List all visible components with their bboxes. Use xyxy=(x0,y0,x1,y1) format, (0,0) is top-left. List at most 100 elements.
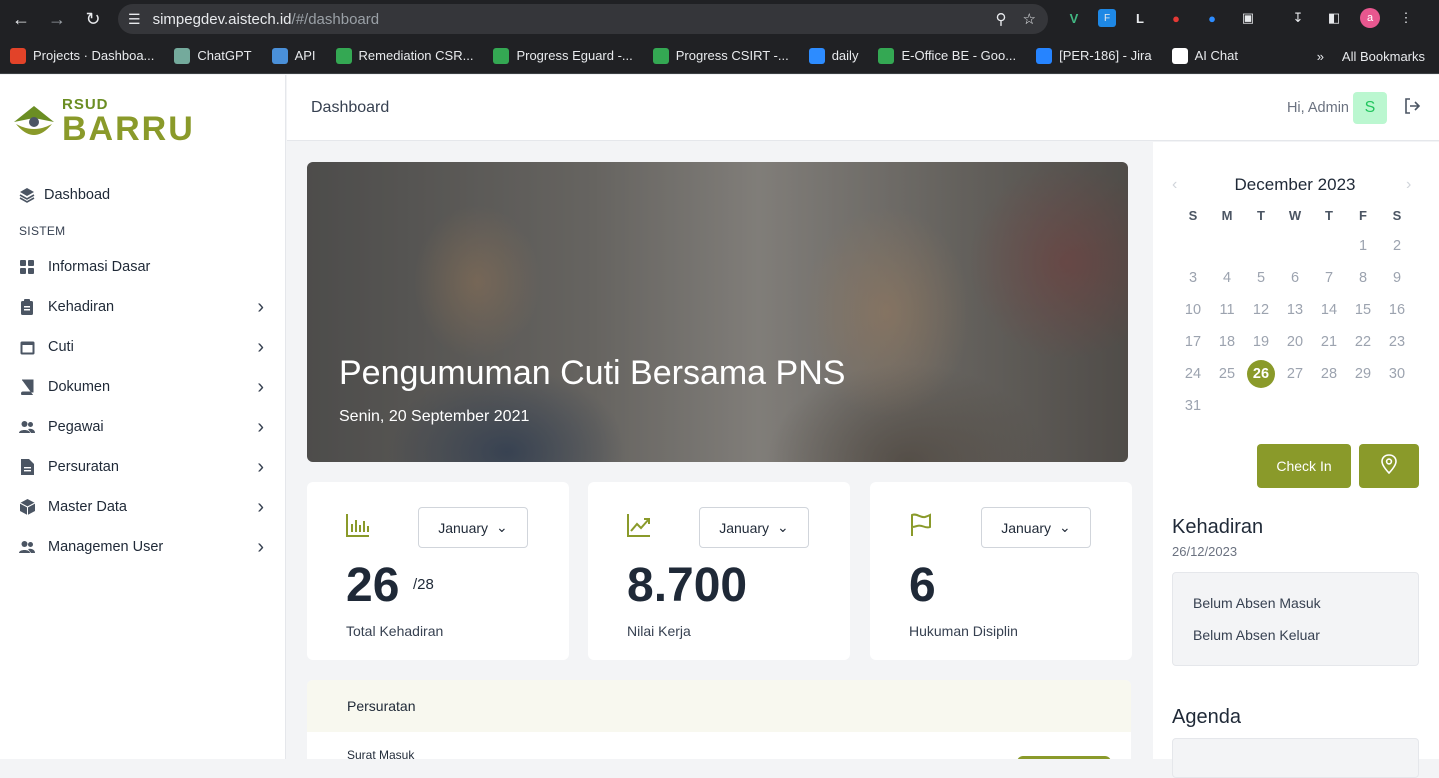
star-icon[interactable]: ☆ xyxy=(1023,10,1036,28)
month-select[interactable]: January ⌄ xyxy=(699,507,809,548)
calendar-weekday: S xyxy=(1188,208,1198,223)
sidebar-item-pegawai[interactable]: Pegawai › xyxy=(0,407,286,447)
sidebar-item-cuti[interactable]: Cuti › xyxy=(0,327,286,367)
sidebar-item-label: Managemen User xyxy=(48,539,164,555)
bookmarks-more-icon[interactable]: » xyxy=(1317,49,1324,64)
bookmark-item[interactable]: API xyxy=(271,47,316,64)
sidebar-item-dokumen[interactable]: Dokumen › xyxy=(0,367,286,407)
calendar-day[interactable]: 31 xyxy=(1176,390,1210,422)
calendar-day[interactable]: 16 xyxy=(1380,294,1414,326)
bookmark-favicon-icon xyxy=(808,47,825,64)
site-info-icon[interactable]: ☰ xyxy=(128,11,141,28)
calendar-day[interactable]: 5 xyxy=(1244,262,1278,294)
calendar-day[interactable]: 12 xyxy=(1244,294,1278,326)
chevron-right-icon: › xyxy=(257,375,264,398)
logout-icon[interactable] xyxy=(1403,97,1421,120)
calendar-day[interactable]: 4 xyxy=(1210,262,1244,294)
calendar-day[interactable]: 24 xyxy=(1176,358,1210,390)
avatar[interactable]: S xyxy=(1353,92,1387,124)
calendar-weekday: M xyxy=(1221,208,1233,223)
shield-extension-icon[interactable]: ● xyxy=(1164,6,1188,30)
bookmark-item[interactable]: ChatGPT xyxy=(174,47,252,64)
kehadiran-status-box: Belum Absen Masuk Belum Absen Keluar xyxy=(1172,572,1419,666)
calendar-day[interactable]: 13 xyxy=(1278,294,1312,326)
check-in-button[interactable]: Check In xyxy=(1257,444,1351,488)
bookmark-item[interactable]: [PER-186] - Jira xyxy=(1036,47,1152,64)
location-icon[interactable]: ⚲ xyxy=(996,10,1007,28)
bookmark-item[interactable]: daily xyxy=(808,47,858,64)
bookmark-item[interactable]: AI Chat xyxy=(1171,47,1238,64)
users-icon xyxy=(18,538,36,556)
bookmark-label: ChatGPT xyxy=(197,48,252,63)
bookmark-label: Remediation CSR... xyxy=(358,48,474,63)
calendar-day[interactable]: 15 xyxy=(1346,294,1380,326)
calendar-day[interactable]: 18 xyxy=(1210,326,1244,358)
calendar-day[interactable]: 9 xyxy=(1380,262,1414,294)
location-button[interactable] xyxy=(1359,444,1419,488)
zoom-extension-icon[interactable]: ● xyxy=(1200,6,1224,30)
extension-l-icon[interactable]: L xyxy=(1128,6,1152,30)
sidebar-item-label: Kehadiran xyxy=(48,299,115,315)
calendar-day[interactable]: 27 xyxy=(1278,358,1312,390)
calendar-day[interactable]: 3 xyxy=(1176,262,1210,294)
bookmark-item[interactable]: Projects · Dashboa... xyxy=(10,47,154,64)
sidebar-item-persuratan[interactable]: Persuratan › xyxy=(0,447,286,487)
address-bar[interactable]: ☰ simpegdev.aistech.id/#/dashboard ⚲ ☆ xyxy=(118,4,1048,34)
calendar-day[interactable]: 1 xyxy=(1346,230,1380,262)
month-select[interactable]: January ⌄ xyxy=(981,507,1091,548)
announcement-banner[interactable]: Pengumuman Cuti Bersama PNS Senin, 20 Se… xyxy=(307,162,1128,462)
bookmark-item[interactable]: Progress CSIRT -... xyxy=(652,47,789,64)
calendar-day[interactable]: 29 xyxy=(1346,358,1380,390)
puzzle-icon[interactable]: ▣ xyxy=(1236,6,1260,30)
bookmark-favicon-icon xyxy=(1036,47,1053,64)
back-icon[interactable]: ← xyxy=(6,4,36,34)
calendar-day[interactable]: 7 xyxy=(1312,262,1346,294)
download-icon[interactable]: ↧ xyxy=(1286,6,1310,30)
calendar-day[interactable]: 17 xyxy=(1176,326,1210,358)
sidepanel-icon[interactable]: ◧ xyxy=(1322,6,1346,30)
menu-icon[interactable]: ⋮ xyxy=(1394,6,1418,30)
sidebar-item-kehadiran[interactable]: Kehadiran › xyxy=(0,287,286,327)
calendar-day-number: 9 xyxy=(1392,270,1402,286)
sidebar-item-managemen-user[interactable]: Managemen User › xyxy=(0,527,286,567)
bookmark-label: Progress CSIRT -... xyxy=(675,48,789,63)
calendar-day[interactable]: 14 xyxy=(1312,294,1346,326)
calendar-weekday: T xyxy=(1257,208,1265,223)
calendar-day[interactable]: 22 xyxy=(1346,326,1380,358)
calendar-day-number: 27 xyxy=(1286,366,1304,382)
calendar-day[interactable]: 11 xyxy=(1210,294,1244,326)
chevron-left-icon[interactable]: ‹ xyxy=(1172,176,1184,194)
bookmark-item[interactable]: Progress Eguard -... xyxy=(493,47,633,64)
bookmark-favicon-icon xyxy=(271,47,288,64)
calendar-day[interactable]: 2 xyxy=(1380,230,1414,262)
all-bookmarks-button[interactable]: All Bookmarks xyxy=(1342,49,1425,64)
profile-avatar[interactable]: a xyxy=(1358,6,1382,30)
forward-icon[interactable]: → xyxy=(42,4,72,34)
chevron-right-icon[interactable]: › xyxy=(1406,176,1418,194)
surat-masuk-label: Surat Masuk xyxy=(347,748,415,759)
bookmark-item[interactable]: Remediation CSR... xyxy=(335,47,474,64)
calendar-day[interactable]: 10 xyxy=(1176,294,1210,326)
month-select[interactable]: January ⌄ xyxy=(418,507,528,548)
calendar-day[interactable]: 20 xyxy=(1278,326,1312,358)
calendar-day[interactable]: 8 xyxy=(1346,262,1380,294)
calendar-day[interactable]: 6 xyxy=(1278,262,1312,294)
calendar-day[interactable]: 30 xyxy=(1380,358,1414,390)
sidebar-item-dashboard[interactable]: Dashboad xyxy=(0,175,286,215)
calendar-day-today[interactable]: 26 xyxy=(1244,358,1278,390)
calendar-day[interactable]: 19 xyxy=(1244,326,1278,358)
calendar-day[interactable]: 23 xyxy=(1380,326,1414,358)
reload-icon[interactable]: ↻ xyxy=(78,4,108,34)
vue-extension-icon[interactable]: V xyxy=(1062,6,1086,30)
calendar-day[interactable]: 21 xyxy=(1312,326,1346,358)
chevron-right-icon: › xyxy=(257,455,264,478)
extension-icon[interactable]: F xyxy=(1098,9,1116,27)
bookmark-item[interactable]: E-Office BE - Goo... xyxy=(878,47,1016,64)
sidebar-item-informasi-dasar[interactable]: Informasi Dasar xyxy=(0,247,286,287)
calendar-header: ‹ December 2023 › xyxy=(1172,175,1418,195)
announcement-date: Senin, 20 September 2021 xyxy=(339,408,530,425)
calendar-day[interactable]: 28 xyxy=(1312,358,1346,390)
calendar-day-number: 26 xyxy=(1247,360,1275,388)
calendar-day[interactable]: 25 xyxy=(1210,358,1244,390)
sidebar-item-master-data[interactable]: Master Data › xyxy=(0,487,286,527)
